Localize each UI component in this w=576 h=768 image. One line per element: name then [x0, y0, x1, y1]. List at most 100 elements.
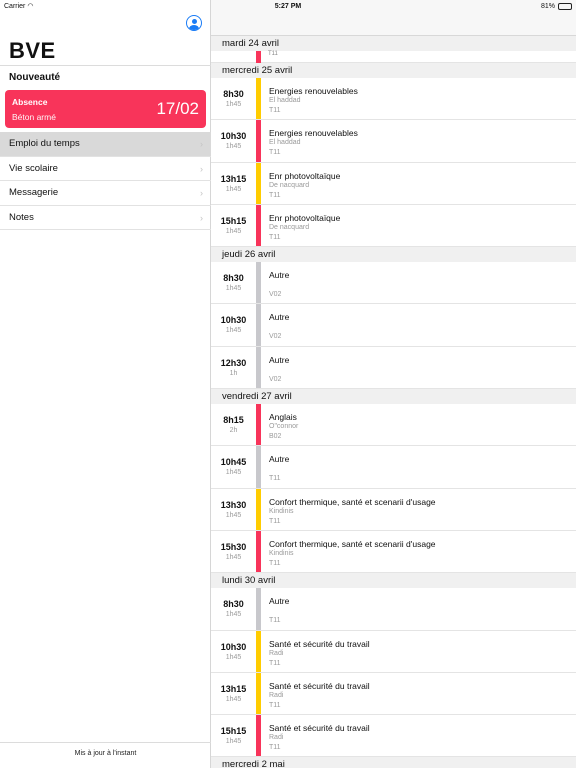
event-room: T11: [269, 191, 281, 199]
event-color-bar: [256, 404, 261, 446]
event-row[interactable]: 15h30 1h45 Confort thermique, santé et sce…: [211, 530, 576, 574]
event-row[interactable]: 10h30 1h45 Santé et sécurité du travail Rad…: [211, 630, 576, 673]
event-color-bar: [256, 346, 261, 389]
menu-item-label: Vie scolaire: [9, 162, 58, 174]
wifi-icon: ◠: [27, 3, 34, 10]
event-duration: 1h45: [225, 695, 242, 703]
event-color-bar: [256, 446, 261, 488]
event-row[interactable]: 10h45 1h45 Autre T11: [211, 446, 576, 489]
event-row[interactable]: 8h15 2h Anglais O"connor B02: [211, 404, 576, 447]
event-time: 8h15: [223, 415, 244, 426]
event-color-bar: [256, 530, 261, 573]
event-duration: 2h: [229, 427, 238, 435]
battery-percent: 81%: [540, 2, 555, 10]
menu-item-emploi-du-temps[interactable]: Emploi du temps ›: [0, 132, 211, 157]
clock: 5:27 PM: [274, 2, 302, 10]
main-menu: Emploi du temps › Vie scolaire › Message…: [0, 132, 211, 230]
event-teacher: De nacquard: [269, 223, 310, 231]
chevron-right-icon: ›: [200, 139, 203, 149]
event-color-bar: [256, 204, 261, 247]
event-room: T11: [269, 559, 281, 567]
event-time: 13h15: [220, 173, 247, 184]
event-row[interactable]: 13h30 1h45 Confort thermique, santé et sce…: [211, 488, 576, 531]
event-row[interactable]: 8h30 1h45 Autre T11: [211, 588, 576, 631]
event-time: 8h30: [223, 89, 244, 99]
event-title: Santé et sécurité du travail: [269, 638, 370, 649]
last-updated-label: Mis à jour à l'instant: [74, 750, 137, 757]
event-room: T11: [269, 107, 281, 114]
event-color-bar: [256, 630, 261, 672]
menu-item-vie-scolaire[interactable]: Vie scolaire ›: [0, 157, 211, 181]
event-row[interactable]: 10h30 1h45 Energies renouvelables El haddad…: [211, 120, 576, 163]
menu-item-label: Notes: [9, 211, 34, 223]
event-teacher: Kindinis: [269, 507, 294, 515]
event-color-bar: [256, 672, 261, 715]
event-room: T11: [269, 475, 281, 483]
event-row[interactable]: 8h30 1h45 Energies renouvelables El haddad T…: [211, 78, 576, 121]
event-teacher: De nacquard: [269, 181, 310, 189]
day-header: jeudi 26 avril: [211, 247, 576, 263]
profile-icon[interactable]: [186, 15, 202, 31]
event-row[interactable]: 15h15 1h45 Santé et sécurité du travail Rad…: [211, 715, 576, 758]
event-room: T11: [269, 233, 281, 241]
event-row[interactable]: 13h15 1h45 Enr photovoltaïque De nacquard T1…: [211, 162, 576, 205]
absence-card[interactable]: Absence Béton armé 17/02: [5, 90, 206, 128]
schedule-list[interactable]: mardi 24 avril T11 mercredi 25 avril 8h30…: [211, 36, 576, 768]
event-color-bar: [256, 488, 261, 530]
profile-head: [191, 18, 197, 24]
event-title: Autre: [269, 596, 290, 607]
event-color-bar: [256, 588, 261, 630]
event-title: Autre: [269, 270, 290, 281]
menu-item-messagerie[interactable]: Messagerie ›: [0, 181, 211, 206]
event-teacher: Radi: [269, 691, 284, 699]
event-duration: 1h45: [225, 469, 242, 477]
event-row[interactable]: 10h30 1h45 Autre V02: [211, 304, 576, 347]
event-color-bar: [256, 51, 261, 63]
event-room: T11: [269, 701, 281, 709]
event-title: Santé et sécurité du travail: [269, 723, 370, 734]
day-header: vendredi 27 avril: [211, 389, 576, 405]
event-duration: 1h45: [225, 738, 242, 746]
event-room: T11: [269, 517, 281, 525]
event-row[interactable]: T11: [211, 51, 576, 63]
event-duration: 1h45: [225, 553, 242, 561]
event-title: Energies renouvelables: [269, 128, 358, 139]
event-row[interactable]: 13h15 1h45 Santé et sécurité du travail Rad…: [211, 672, 576, 716]
event-row[interactable]: 8h30 1h45 Autre V02: [211, 262, 576, 305]
app-title: BVE: [9, 38, 56, 63]
event-duration: 1h: [229, 369, 238, 377]
event-color-bar: [256, 715, 261, 757]
event-room: T11: [268, 51, 278, 57]
event-room: V02: [269, 291, 282, 299]
event-title: Enr photovoltaïque: [269, 212, 341, 223]
event-row[interactable]: 15h15 1h45 Enr photovoltaïque De nacquard T1…: [211, 204, 576, 248]
event-row[interactable]: 12h30 1h Autre V02: [211, 346, 576, 390]
absence-date: 17/02: [156, 99, 199, 118]
event-teacher: Radi: [269, 649, 284, 657]
event-title: Autre: [269, 312, 290, 323]
event-color-bar: [256, 304, 261, 346]
event-duration: 1h45: [225, 285, 242, 293]
event-teacher: El haddad: [269, 139, 301, 147]
event-duration: 1h45: [225, 227, 242, 235]
event-duration: 1h45: [225, 611, 242, 619]
event-teacher: Radi: [269, 734, 284, 742]
menu-item-notes[interactable]: Notes ›: [0, 206, 211, 230]
chevron-right-icon: ›: [200, 188, 203, 198]
event-time: 10h45: [220, 457, 247, 468]
battery-icon: [558, 2, 572, 10]
event-duration: 1h45: [225, 653, 242, 661]
day-header: mercredi 25 avril: [211, 63, 576, 78]
event-time: 10h30: [220, 315, 247, 326]
event-time: 10h30: [220, 641, 247, 652]
schedule-panel[interactable]: mardi 24 avril T11 mercredi 25 avril 8h30…: [211, 0, 576, 768]
footer-divider: [0, 742, 211, 743]
event-title: Enr photovoltaïque: [269, 170, 341, 181]
event-duration: 1h45: [225, 143, 242, 151]
event-color-bar: [256, 162, 261, 204]
menu-item-label: Messagerie: [9, 187, 59, 199]
status-bar: Carrier ◠ 5:27 PM 81%: [0, 0, 576, 12]
event-time: 15h15: [220, 726, 247, 737]
event-time: 8h30: [223, 273, 244, 284]
section-title: Nouveauté: [9, 72, 61, 83]
